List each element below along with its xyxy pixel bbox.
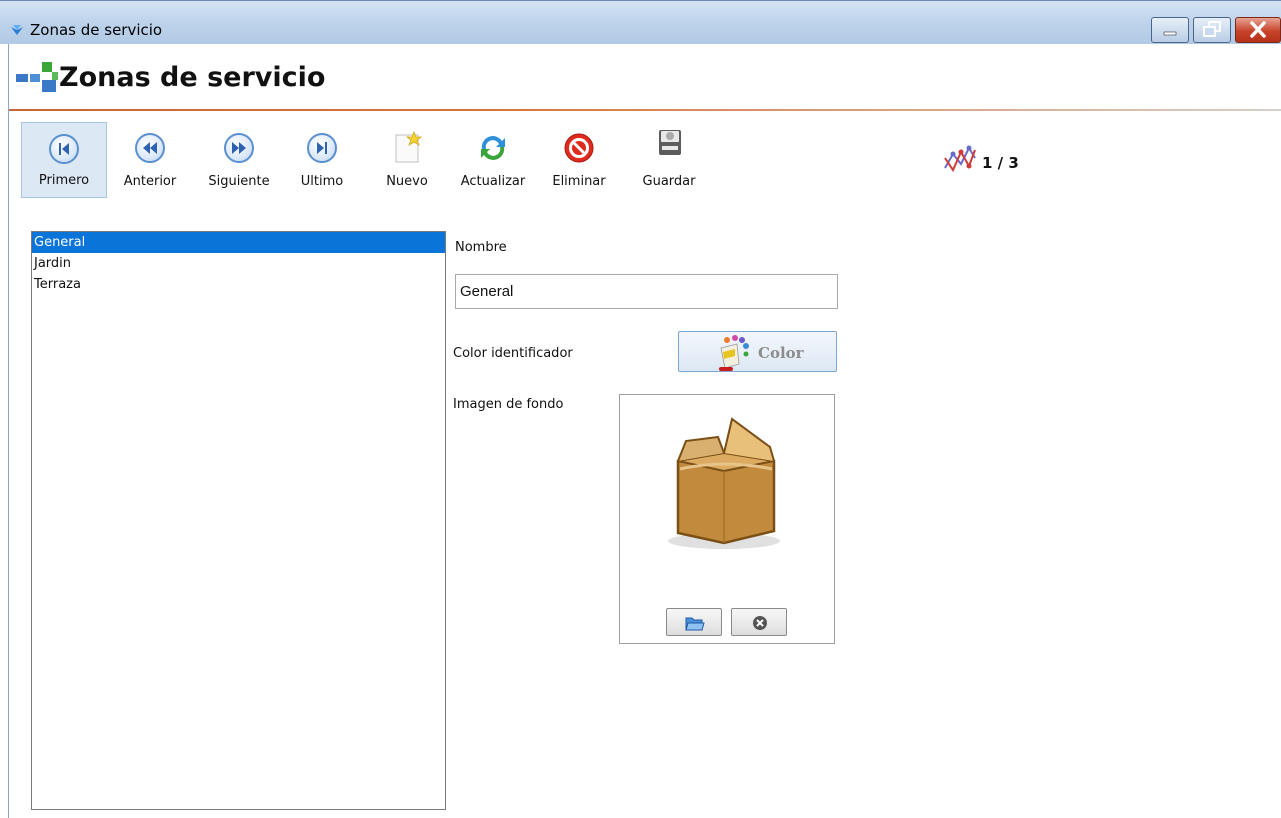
previous-record-icon [133,131,167,165]
zones-icon [16,62,58,92]
next-record-icon [222,131,256,165]
open-image-button[interactable] [666,608,722,636]
box-icon [668,417,780,549]
last-button[interactable]: Ultimo [289,122,355,198]
image-label: Imagen de fondo [453,397,564,412]
delete-button[interactable]: Eliminar [544,122,614,198]
record-counter: 1 / 3 [982,154,1019,172]
first-record-icon [47,132,81,166]
save-label: Guardar [642,174,696,189]
list-item[interactable]: General [32,232,445,253]
minimize-button[interactable] [1151,17,1189,43]
color-label: Color identificador [453,346,573,361]
refresh-icon [481,136,505,160]
clear-icon [753,616,767,630]
delete-icon [564,133,594,163]
new-document-icon [395,131,423,163]
color-button[interactable]: Color [678,331,837,372]
window-client: Zonas de servicio Primero Anterior Sigui… [8,44,1281,818]
background-image-panel [619,394,835,644]
previous-button[interactable]: Anterior [113,122,187,198]
restore-button[interactable] [1193,17,1231,43]
delete-label: Eliminar [552,174,606,189]
new-button[interactable]: Nuevo [376,122,438,198]
navigator-chart-icon [944,145,976,173]
last-record-icon [305,131,339,165]
app-icon [11,25,23,35]
next-button[interactable]: Siguiente [197,122,281,198]
save-disk-icon [659,130,681,155]
save-button[interactable]: Guardar [629,122,709,198]
list-item[interactable]: Terraza [32,274,445,295]
color-button-label: Color [758,344,804,362]
header-divider [9,109,1281,111]
color-palette-icon [719,335,749,371]
previous-label: Anterior [123,174,177,189]
restore-icon [1203,21,1221,37]
close-button[interactable] [1235,17,1281,43]
new-label: Nuevo [386,174,428,189]
open-folder-icon [685,617,705,631]
first-label: Primero [38,173,90,188]
refresh-label: Actualizar [460,174,526,189]
refresh-button[interactable]: Actualizar [453,122,533,198]
name-field[interactable] [455,274,838,309]
name-label: Nombre [455,240,507,255]
window-title: Zonas de servicio [30,21,163,39]
minimize-icon [1163,31,1177,36]
zone-list[interactable]: General Jardin Terraza [31,231,446,810]
next-label: Siguiente [208,174,270,189]
close-icon [1250,21,1266,38]
page-title: Zonas de servicio [59,62,326,93]
last-label: Ultimo [300,174,344,189]
window-titlebar: Zonas de servicio [0,0,1281,44]
clear-image-button[interactable] [731,608,787,636]
first-button[interactable]: Primero [21,122,107,198]
list-item[interactable]: Jardin [32,253,445,274]
